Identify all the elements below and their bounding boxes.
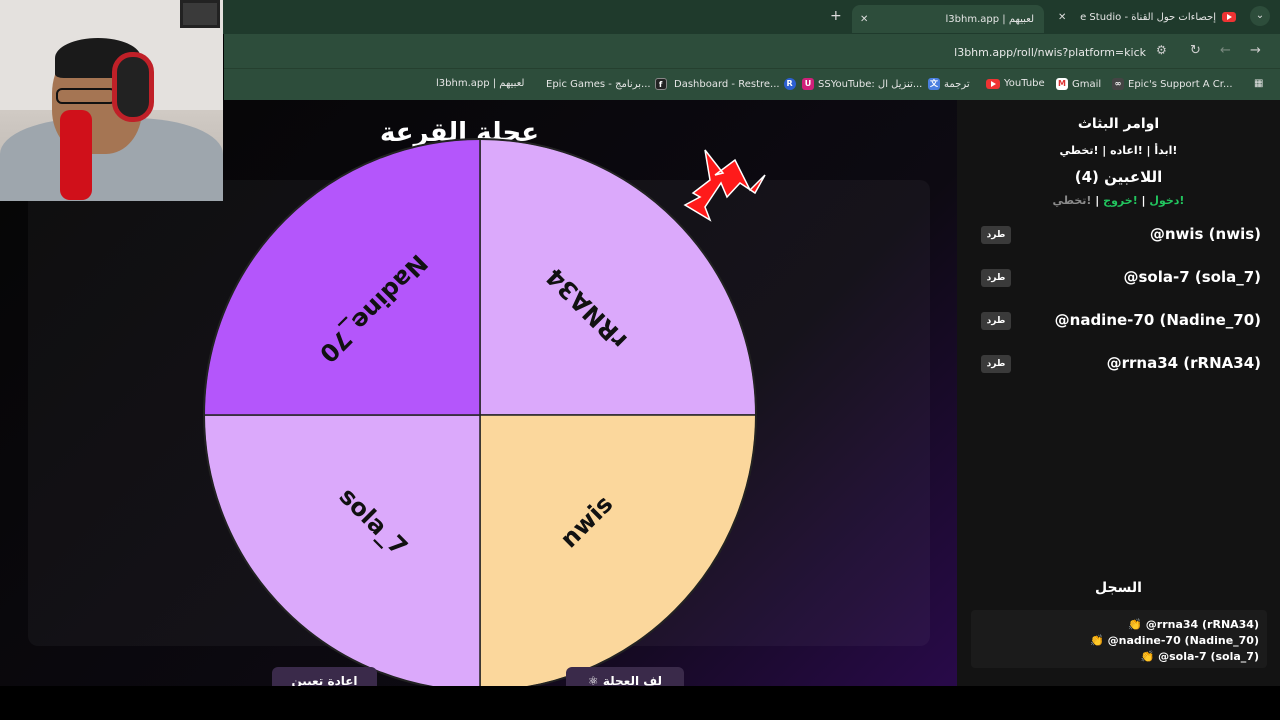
bookmark-youtube[interactable]: YouTube bbox=[986, 78, 1045, 89]
tab-label: l3bhm.app | لعبيهم bbox=[945, 13, 1034, 25]
player-name: @sola-7 (sola_7) bbox=[1123, 268, 1261, 286]
youtube-icon bbox=[986, 78, 1000, 89]
bookmark-l3bhm[interactable]: l3bhm.app | لعبيهم bbox=[436, 78, 524, 89]
streamer-commands: !ابدأ | !اعاده | !تخطي bbox=[1059, 144, 1178, 157]
kick-button[interactable]: طرد bbox=[981, 269, 1011, 287]
bookmark-restream[interactable]: Dashboard - Restre... R bbox=[674, 78, 796, 90]
gmail-icon: M bbox=[1056, 78, 1068, 90]
youtube-icon bbox=[1222, 12, 1236, 22]
close-icon[interactable]: ✕ bbox=[1058, 12, 1066, 23]
bottom-bar bbox=[0, 686, 1280, 720]
log-entry: 👏 @sola-7 (sola_7) bbox=[1140, 650, 1259, 663]
site-settings-icon[interactable]: ⚙ bbox=[1156, 43, 1167, 57]
back-icon[interactable]: ← bbox=[1220, 43, 1231, 58]
bookmark-translate[interactable]: 文 ترجمة bbox=[928, 78, 970, 90]
wall-frame bbox=[180, 0, 220, 28]
player-name: @nwis (nwis) bbox=[1149, 225, 1261, 243]
headset bbox=[112, 52, 154, 122]
url-text[interactable]: l3bhm.app/roll/nwis?platform=kick bbox=[954, 46, 1146, 59]
wheel-segment bbox=[479, 414, 757, 686]
bookmark-gmail[interactable]: M Gmail bbox=[1056, 78, 1101, 90]
translate-icon: 文 bbox=[928, 78, 940, 90]
reset-button[interactable]: اعادة تعيين bbox=[272, 667, 377, 686]
epic-support-icon: ∞ bbox=[1112, 78, 1124, 90]
chevron-down-icon[interactable]: ⌄ bbox=[1250, 6, 1270, 26]
player-row: طرد @sola-7 (sola_7) bbox=[981, 267, 1261, 289]
screen: إحصاءات حول القناة - YouTube Studio ✕ ✕ … bbox=[0, 0, 1280, 720]
player-row: طرد @nadine-70 (Nadine_70) bbox=[981, 310, 1261, 332]
log-title: السجل bbox=[1095, 580, 1142, 596]
reload-icon[interactable]: ↻ bbox=[1190, 43, 1201, 58]
wheel-segment bbox=[203, 138, 481, 416]
log-box: 👏 @rrna34 (rRNA34) 👏 @nadine-70 (Nadine_… bbox=[971, 610, 1267, 668]
kick-button[interactable]: طرد bbox=[981, 226, 1011, 244]
ssyoutube-icon: U bbox=[802, 78, 814, 90]
bookmark-ssyoutube[interactable]: U SSYouTube: تنزيل ال... bbox=[802, 78, 922, 90]
epic-games-icon: f bbox=[654, 78, 667, 90]
address-bar: → ← ↻ ⚙ l3bhm.app/roll/nwis?platform=kic… bbox=[224, 34, 1280, 68]
log-entry: 👏 @nadine-70 (Nadine_70) bbox=[1090, 634, 1259, 647]
wheel-segment bbox=[203, 414, 481, 686]
player-row: طرد @nwis (nwis) bbox=[981, 224, 1261, 246]
webcam-overlay bbox=[0, 0, 223, 201]
player-row: طرد @rrna34 (rRNA34) bbox=[981, 353, 1261, 375]
kick-button[interactable]: طرد bbox=[981, 355, 1011, 373]
close-icon[interactable]: ✕ bbox=[860, 14, 868, 25]
side-panel: اوامر البثاث !ابدأ | !اعاده | !تخطي اللا… bbox=[957, 100, 1280, 686]
restream-icon: R bbox=[783, 78, 796, 90]
log-entry: 👏 @rrna34 (rRNA34) bbox=[1128, 618, 1259, 631]
glasses bbox=[56, 88, 116, 104]
tab-label: إحصاءات حول القناة - YouTube Studio bbox=[1080, 11, 1216, 23]
commands-title: اوامر البثاث bbox=[1077, 116, 1160, 132]
bookmarks-bar: ▦ ∞ Epic's Support A Cr... M Gmail YouTu… bbox=[224, 68, 1280, 100]
kick-button[interactable]: طرد bbox=[981, 312, 1011, 330]
bookmark-epic-games[interactable]: Epic Games - برنامج... f bbox=[546, 78, 667, 90]
spin-button[interactable]: ⚛ لف العجلة bbox=[566, 667, 684, 686]
bookmark-epic-support[interactable]: ∞ Epic's Support A Cr... bbox=[1112, 78, 1233, 90]
tab-youtube-studio[interactable]: إحصاءات حول القناة - YouTube Studio ✕ bbox=[1058, 6, 1242, 28]
tab-l3bhm[interactable]: ✕ l3bhm.app | لعبيهم bbox=[852, 5, 1044, 33]
player-name: @rrna34 (rRNA34) bbox=[1106, 354, 1261, 372]
new-tab-button[interactable]: + bbox=[830, 8, 842, 24]
wheel-pointer-icon bbox=[683, 149, 766, 222]
player-commands: !دخول | !خروج | !تخطي bbox=[1052, 194, 1185, 207]
apps-icon[interactable]: ▦ bbox=[1254, 78, 1263, 89]
microphone bbox=[60, 110, 92, 200]
player-name: @nadine-70 (Nadine_70) bbox=[1054, 311, 1261, 329]
players-title: اللاعبين (4) bbox=[1074, 168, 1163, 186]
forward-icon[interactable]: → bbox=[1250, 43, 1261, 58]
